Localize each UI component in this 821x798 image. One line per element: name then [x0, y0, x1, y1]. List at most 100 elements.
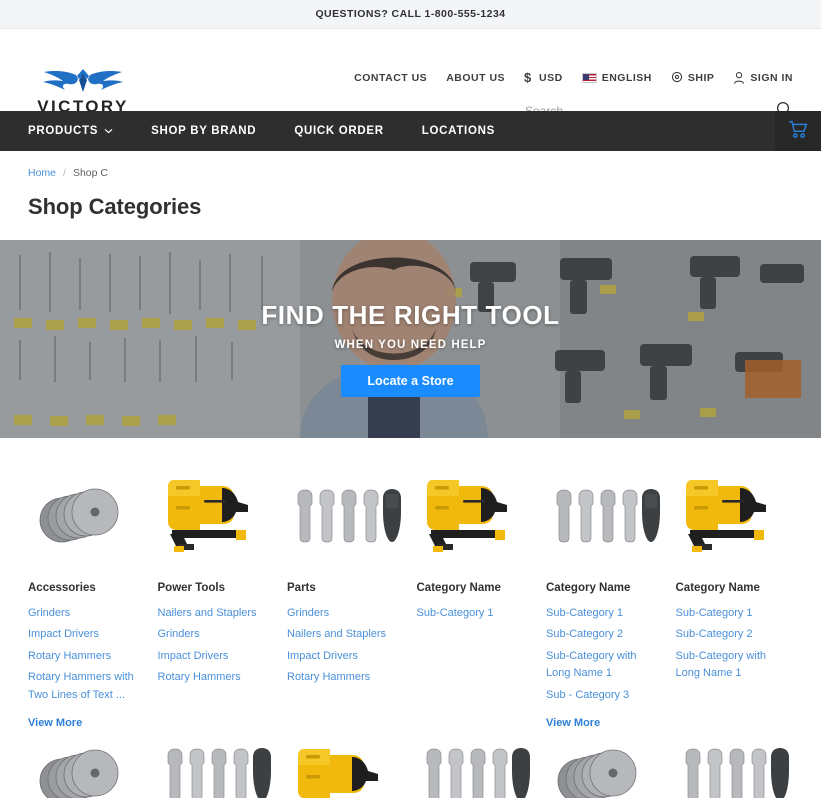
site-header: VICTORY CONTACT US ABOUT US $ USD ENGLIS… — [0, 29, 821, 127]
utility-label: USD — [539, 72, 563, 84]
breadcrumb-separator: / — [63, 167, 66, 179]
user-icon — [733, 71, 745, 85]
hero-subtitle: WHEN YOU NEED HELP — [334, 338, 487, 351]
utility-label: SIGN IN — [750, 72, 793, 84]
category-title: Power Tools — [157, 582, 226, 594]
nav-item-shop-by-brand[interactable]: SHOP BY BRAND — [151, 125, 256, 137]
utility-nav: CONTACT US ABOUT US $ USD ENGLISH SHIP S… — [354, 71, 793, 85]
main-navigation: PRODUCTS SHOP BY BRAND QUICK ORDER LOCAT… — [0, 111, 821, 151]
category-link[interactable]: Rotary Hammers with Two Lines of Text ..… — [28, 669, 146, 704]
collet-bits-image — [167, 747, 272, 798]
nav-item-products[interactable]: PRODUCTS — [28, 125, 113, 137]
category-link[interactable]: Rotary Hammers — [287, 669, 405, 686]
yellow-nailer-image — [168, 480, 249, 552]
category-link[interactable]: Grinders — [158, 626, 276, 643]
category-link[interactable]: Sub-Category 2 — [546, 626, 664, 643]
category-card: Accessories Grinders Impact Drivers Rota… — [28, 460, 146, 729]
hero-banner: FIND THE RIGHT TOOL WHEN YOU NEED HELP L… — [0, 240, 821, 438]
collet-bits-image — [556, 489, 660, 543]
collet-bits-image — [297, 489, 401, 543]
utility-label: ENGLISH — [601, 72, 652, 84]
dollar-icon: $ — [524, 71, 534, 85]
utility-link-language[interactable]: ENGLISH — [581, 72, 652, 84]
category-link[interactable]: Impact Drivers — [158, 648, 276, 665]
category-title: Parts — [287, 582, 316, 594]
category-image[interactable] — [676, 741, 794, 798]
utility-link-about-us[interactable]: ABOUT US — [446, 72, 505, 84]
utility-label: SHIP — [687, 72, 715, 84]
category-card: Power Tools Nailers and Staplers Grinder… — [158, 460, 276, 729]
category-link[interactable]: Sub-Category with Long Name 1 — [546, 648, 664, 683]
category-link[interactable]: Sub-Category 1 — [546, 605, 664, 622]
category-image[interactable] — [28, 741, 146, 798]
grinding-discs-image — [39, 488, 119, 543]
hero-title: FIND THE RIGHT TOOL — [261, 299, 560, 330]
grinding-discs-image — [557, 749, 637, 798]
category-card: Category Name Sub-Category 1 Sub-Categor… — [546, 460, 664, 729]
category-image[interactable] — [158, 460, 276, 570]
nav-item-quick-order[interactable]: QUICK ORDER — [294, 125, 383, 137]
utility-link-sign-in[interactable]: SIGN IN — [733, 71, 793, 85]
utility-link-contact-us[interactable]: CONTACT US — [354, 72, 427, 84]
category-link[interactable]: Grinders — [28, 605, 146, 622]
collet-bits-image — [685, 747, 790, 798]
nav-label: PRODUCTS — [28, 125, 99, 137]
category-grid-row-2 — [0, 729, 821, 798]
svg-text:$: $ — [524, 71, 532, 85]
chevron-down-icon — [104, 125, 113, 137]
category-link[interactable]: Sub-Category with Long Name 1 — [676, 648, 794, 683]
yellow-nailer-image — [427, 480, 508, 552]
eagle-wings-logo-icon — [43, 69, 123, 92]
category-link[interactable]: Impact Drivers — [28, 626, 146, 643]
category-image[interactable] — [546, 741, 664, 798]
logo[interactable]: VICTORY — [28, 66, 138, 117]
category-link[interactable]: Sub-Category 2 — [676, 626, 794, 643]
cart-button[interactable] — [775, 111, 821, 151]
category-grid: Accessories Grinders Impact Drivers Rota… — [0, 438, 821, 729]
shopping-cart-icon — [788, 120, 808, 142]
category-image[interactable] — [417, 741, 535, 798]
yellow-nailer-image — [297, 748, 378, 798]
utility-label: ABOUT US — [446, 72, 506, 84]
nav-label: LOCATIONS — [421, 125, 495, 137]
utility-link-ship[interactable]: SHIP — [671, 71, 715, 85]
page-title: Shop Categories — [28, 194, 202, 219]
breadcrumb-current: Shop C — [72, 167, 108, 179]
category-link[interactable]: Sub-Category 1 — [676, 605, 794, 622]
category-link[interactable]: Impact Drivers — [287, 648, 405, 665]
category-image[interactable] — [287, 460, 405, 570]
category-link[interactable]: Rotary Hammers — [158, 669, 276, 686]
category-link[interactable]: Rotary Hammers — [28, 648, 146, 665]
category-link[interactable]: Sub - Category 3 — [546, 687, 664, 704]
category-title: Category Name — [416, 582, 501, 594]
utility-link-currency[interactable]: $ USD — [524, 71, 563, 85]
category-link[interactable]: Nailers and Staplers — [287, 626, 405, 643]
breadcrumb-home[interactable]: Home — [28, 167, 56, 179]
us-flag-icon — [581, 73, 597, 83]
category-link[interactable]: Nailers and Staplers — [158, 605, 276, 622]
announcement-bar: QUESTIONS? CALL 1-800-555-1234 — [0, 0, 821, 29]
category-image[interactable] — [158, 741, 276, 798]
collet-bits-image — [426, 747, 531, 798]
category-image[interactable] — [676, 460, 794, 570]
category-image[interactable] — [417, 460, 535, 570]
category-image[interactable] — [546, 460, 664, 570]
location-pin-icon — [671, 71, 683, 85]
view-more-link[interactable]: View More — [546, 717, 664, 729]
locate-a-store-button[interactable]: Locate a Store — [341, 364, 480, 397]
hero-content: FIND THE RIGHT TOOL WHEN YOU NEED HELP L… — [0, 240, 821, 438]
category-title: Accessories — [28, 582, 96, 594]
category-link[interactable]: Sub-Category 1 — [417, 605, 535, 622]
category-link[interactable]: Grinders — [287, 605, 405, 622]
category-title: Category Name — [546, 582, 631, 594]
nav-label: QUICK ORDER — [294, 125, 384, 137]
category-card: Parts Grinders Nailers and Staplers Impa… — [287, 460, 405, 729]
yellow-nailer-image — [686, 480, 767, 552]
breadcrumb: Home / Shop C — [0, 151, 821, 179]
view-more-link[interactable]: View More — [28, 717, 146, 729]
category-image[interactable] — [28, 460, 146, 570]
grinding-discs-image — [39, 749, 119, 798]
nav-label: SHOP BY BRAND — [151, 125, 257, 137]
nav-item-locations[interactable]: LOCATIONS — [422, 125, 495, 137]
category-image[interactable] — [287, 741, 405, 798]
